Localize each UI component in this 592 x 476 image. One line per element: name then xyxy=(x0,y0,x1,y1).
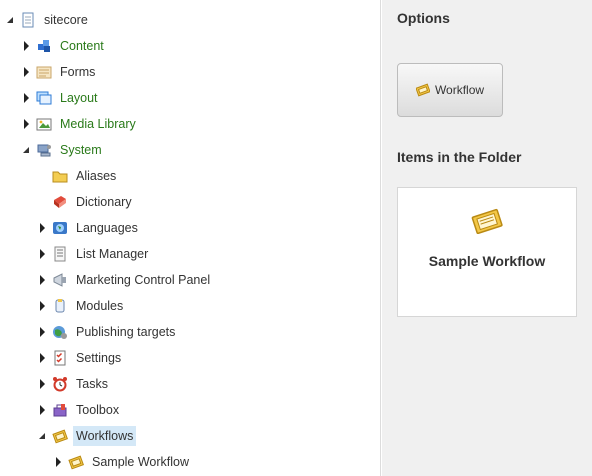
tree-label: Forms xyxy=(60,65,96,79)
expand-arrow-icon[interactable] xyxy=(36,300,48,312)
workflow-option-button[interactable]: Workflow xyxy=(397,63,503,117)
expand-arrow-icon[interactable] xyxy=(36,378,48,390)
tree-label: Sample Workflow xyxy=(92,455,190,469)
tree-node-workflows[interactable]: Workflows xyxy=(36,425,137,447)
workflow-icon xyxy=(471,208,503,235)
list-icon xyxy=(52,246,68,262)
folder-item-card[interactable]: Sample Workflow xyxy=(397,187,577,317)
content-icon xyxy=(36,38,52,54)
tree-node-content[interactable]: Content xyxy=(20,35,107,57)
publishing-icon xyxy=(52,324,68,340)
collapse-arrow-icon[interactable] xyxy=(20,144,32,156)
expand-arrow-icon[interactable] xyxy=(36,274,48,286)
tree-node-tasks[interactable]: Tasks xyxy=(36,373,111,395)
expand-arrow-icon[interactable] xyxy=(20,40,32,52)
tree-node-system[interactable]: System xyxy=(20,139,105,161)
collapse-arrow-icon[interactable] xyxy=(36,430,48,442)
expand-arrow-icon[interactable] xyxy=(36,404,48,416)
tree-label: sitecore xyxy=(44,13,88,27)
system-icon xyxy=(36,142,52,158)
megaphone-icon xyxy=(52,272,68,288)
details-panel: Options Workflow Items in the Folder Sam… xyxy=(382,0,592,476)
tree-label: Layout xyxy=(60,91,98,105)
tree-label: Aliases xyxy=(76,169,117,183)
expand-arrow-icon[interactable] xyxy=(36,222,48,234)
forms-icon xyxy=(36,64,52,80)
layout-icon xyxy=(36,90,52,106)
alarm-clock-icon xyxy=(52,376,68,392)
tree-node-modules[interactable]: Modules xyxy=(36,295,126,317)
tree-label: System xyxy=(60,143,102,157)
content-tree: sitecore Content Forms Layout Media Libr… xyxy=(0,0,381,476)
workflow-icon xyxy=(68,454,84,470)
tree-label: Marketing Control Panel xyxy=(76,273,211,287)
tree-node-publishing-targets[interactable]: Publishing targets xyxy=(36,321,178,343)
tree-label: Media Library xyxy=(60,117,136,131)
tree-label: List Manager xyxy=(76,247,149,261)
tree-node-dictionary[interactable]: Dictionary xyxy=(52,191,135,213)
folder-items-heading: Items in the Folder xyxy=(397,149,522,165)
expand-arrow-icon[interactable] xyxy=(36,326,48,338)
workflow-option-label: Workflow xyxy=(434,83,485,97)
tree-node-forms[interactable]: Forms xyxy=(20,61,98,83)
options-heading: Options xyxy=(397,10,450,26)
checklist-icon xyxy=(52,350,68,366)
modules-icon xyxy=(52,298,68,314)
book-icon xyxy=(52,194,68,210)
tree-label: Settings xyxy=(76,351,122,365)
tree-node-marketing-control-panel[interactable]: Marketing Control Panel xyxy=(36,269,213,291)
tree-node-aliases[interactable]: Aliases xyxy=(52,165,119,187)
tree-node-media-library[interactable]: Media Library xyxy=(20,113,139,135)
tree-node-list-manager[interactable]: List Manager xyxy=(36,243,151,265)
workflow-icon xyxy=(415,83,431,97)
tree-node-settings[interactable]: Settings xyxy=(36,347,124,369)
tree-label: Modules xyxy=(76,299,124,313)
folder-item-label: Sample Workflow xyxy=(428,253,546,269)
tree-label: Content xyxy=(60,39,104,53)
tree-node-toolbox[interactable]: Toolbox xyxy=(36,399,122,421)
media-library-icon xyxy=(36,116,52,132)
tree-label: Dictionary xyxy=(76,195,132,209)
collapse-arrow-icon[interactable] xyxy=(4,14,16,26)
folder-icon xyxy=(52,168,68,184)
tree-node-languages[interactable]: Languages xyxy=(36,217,141,239)
tree-node-sitecore[interactable]: sitecore xyxy=(4,9,91,31)
globe-icon xyxy=(52,220,68,236)
toolbox-icon xyxy=(52,402,68,418)
tree-label: Workflows xyxy=(73,426,137,446)
expand-arrow-icon[interactable] xyxy=(36,248,48,260)
tree-node-sample-workflow[interactable]: Sample Workflow xyxy=(52,451,192,473)
expand-arrow-icon[interactable] xyxy=(36,352,48,364)
tree-label: Toolbox xyxy=(76,403,120,417)
tree-node-layout[interactable]: Layout xyxy=(20,87,101,109)
expand-arrow-icon[interactable] xyxy=(20,118,32,130)
tree-label: Languages xyxy=(76,221,138,235)
document-icon xyxy=(20,12,36,28)
tree-label: Tasks xyxy=(76,377,108,391)
tree-label: Publishing targets xyxy=(76,325,176,339)
workflow-icon xyxy=(52,428,68,444)
expand-arrow-icon[interactable] xyxy=(20,66,32,78)
expand-arrow-icon[interactable] xyxy=(52,456,64,468)
expand-arrow-icon[interactable] xyxy=(20,92,32,104)
